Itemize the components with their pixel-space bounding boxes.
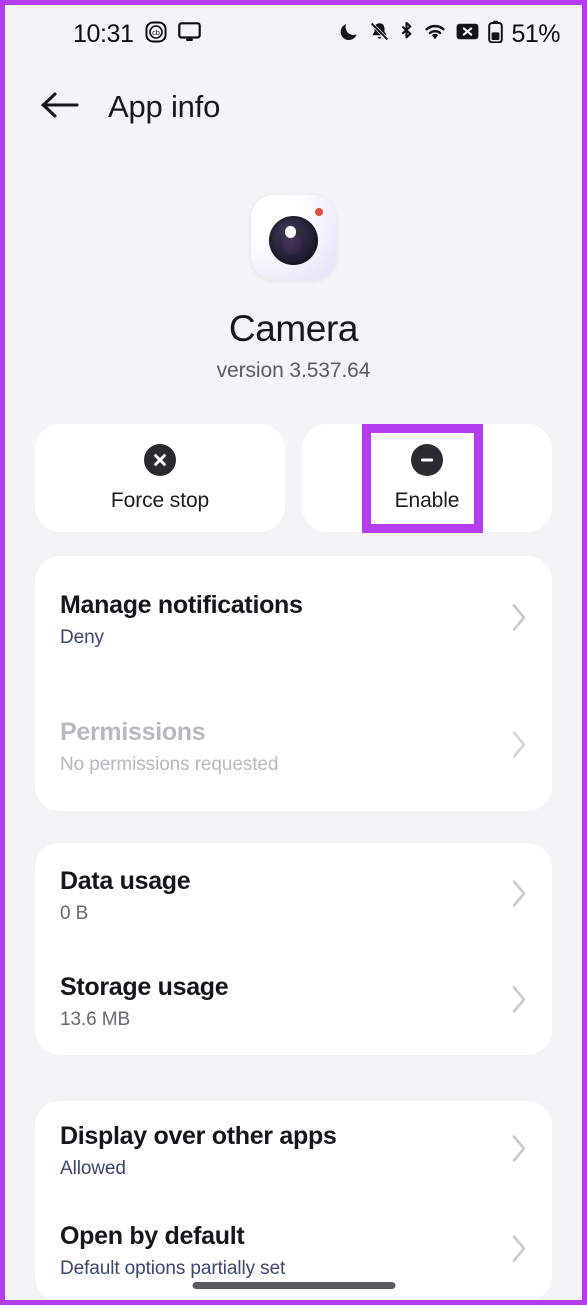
row-subtitle: 13.6 MB bbox=[60, 1009, 131, 1030]
status-bar-left: 10:31 cb bbox=[73, 20, 201, 49]
minus-circle-icon bbox=[411, 443, 443, 476]
cast-screen-icon bbox=[177, 21, 201, 47]
svg-text:cb: cb bbox=[152, 28, 160, 37]
row-title: Open by default bbox=[60, 1222, 245, 1250]
chevron-right-icon bbox=[511, 1134, 528, 1169]
battery-percentage: 51% bbox=[511, 19, 560, 48]
app-header: Camera version 3.537.64 bbox=[5, 195, 582, 383]
app-bar: App info bbox=[5, 63, 582, 151]
chevron-right-icon bbox=[511, 729, 528, 764]
section-notifications-permissions: Manage notifications Deny Permissions No… bbox=[35, 556, 552, 811]
no-sim-icon bbox=[456, 22, 479, 46]
row-subtitle: Default options partially set bbox=[60, 1258, 286, 1279]
notifications-muted-icon bbox=[369, 21, 390, 47]
chevron-right-icon bbox=[511, 602, 528, 637]
bluetooth-icon bbox=[399, 21, 414, 48]
force-stop-label: Force stop bbox=[110, 488, 210, 512]
do-not-disturb-moon-icon bbox=[339, 21, 360, 47]
home-indicator-bar[interactable] bbox=[192, 1282, 395, 1289]
row-title: Storage usage bbox=[60, 973, 229, 1001]
enable-label: Enable bbox=[394, 488, 460, 512]
camera-lens-inner-shape bbox=[281, 233, 304, 256]
camera-indicator-dot bbox=[315, 208, 323, 216]
battery-icon bbox=[488, 20, 504, 48]
back-button[interactable] bbox=[37, 84, 83, 130]
status-bar-clock: 10:31 bbox=[73, 19, 134, 48]
section-usage: Data usage 0 B Storage usage 13.6 MB bbox=[35, 843, 552, 1055]
cb-badge-icon: cb bbox=[145, 21, 167, 48]
row-title: Display over other apps bbox=[60, 1122, 337, 1150]
arrow-left-icon bbox=[40, 91, 80, 124]
wifi-icon bbox=[423, 22, 447, 46]
force-stop-button[interactable]: Force stop bbox=[35, 424, 285, 532]
row-subtitle: 0 B bbox=[60, 903, 89, 924]
row-title: Manage notifications bbox=[60, 590, 303, 619]
chevron-right-icon bbox=[511, 1234, 528, 1269]
row-permissions: Permissions No permissions requested bbox=[35, 683, 552, 810]
phone-screen: 10:31 cb 51% App info Camera version 3.5… bbox=[0, 0, 587, 1305]
row-data-usage[interactable]: Data usage 0 B bbox=[35, 843, 552, 949]
chevron-right-icon bbox=[511, 879, 528, 914]
row-subtitle: No permissions requested bbox=[60, 753, 279, 775]
status-bar-right: 51% bbox=[339, 20, 560, 49]
chevron-right-icon bbox=[511, 985, 528, 1020]
app-name: Camera bbox=[228, 308, 359, 349]
x-circle-icon bbox=[144, 443, 176, 476]
camera-lens-shape bbox=[269, 216, 318, 265]
enable-button[interactable]: Enable bbox=[302, 424, 552, 532]
app-action-buttons: Force stop Enable bbox=[35, 424, 552, 532]
row-title: Permissions bbox=[60, 717, 206, 746]
status-bar: 10:31 cb 51% bbox=[5, 5, 582, 63]
section-display-defaults: Display over other apps Allowed Open by … bbox=[35, 1101, 552, 1300]
row-storage-usage[interactable]: Storage usage 13.6 MB bbox=[35, 949, 552, 1055]
row-manage-notifications[interactable]: Manage notifications Deny bbox=[35, 556, 552, 683]
row-subtitle: Deny bbox=[60, 626, 104, 648]
row-title: Data usage bbox=[60, 867, 191, 895]
row-subtitle: Allowed bbox=[60, 1158, 126, 1179]
app-version: version 3.537.64 bbox=[216, 359, 371, 382]
camera-app-icon bbox=[251, 195, 336, 280]
row-display-over-other-apps[interactable]: Display over other apps Allowed bbox=[35, 1101, 552, 1201]
page-title: App info bbox=[108, 89, 221, 124]
